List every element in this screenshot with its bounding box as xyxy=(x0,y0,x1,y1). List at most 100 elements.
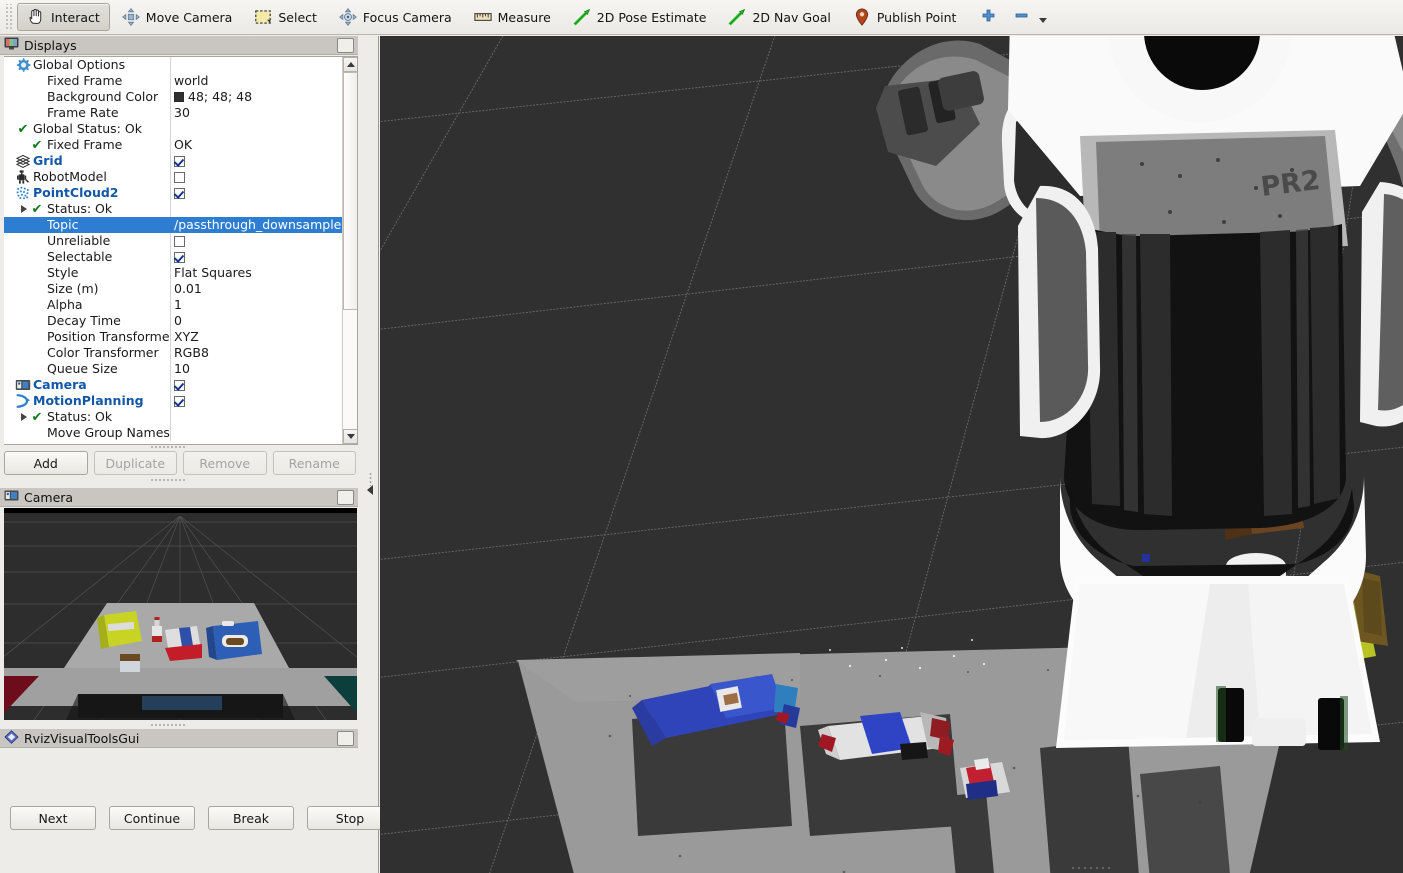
3d-render-view[interactable]: PR2 xyxy=(380,36,1403,873)
check-icon: ✔ xyxy=(31,137,43,153)
display-tree-row-value[interactable] xyxy=(170,425,343,441)
tree-expander-icon[interactable] xyxy=(18,409,29,425)
display-enable-checkbox[interactable] xyxy=(174,235,185,247)
display-tree-row-value[interactable] xyxy=(170,233,343,249)
display-tree-row[interactable]: ✔ Global Status: Ok xyxy=(4,121,343,137)
minus-icon[interactable] xyxy=(1006,8,1037,26)
dock-resize-handle[interactable] xyxy=(369,472,372,486)
display-tree-row-value[interactable] xyxy=(170,185,343,201)
display-tree-row-value[interactable] xyxy=(170,409,343,425)
toolbar-button-publish-point[interactable]: Publish Point xyxy=(843,3,967,31)
display-tree-row[interactable]: Background Color 48; 48; 48 xyxy=(4,89,343,105)
display-tree-row-value[interactable] xyxy=(170,201,343,217)
viewport-bottom-splitter[interactable] xyxy=(1070,865,1110,871)
displays-tree[interactable]: Global Options Fixed Frame world Background… xyxy=(4,56,358,445)
display-tree-row[interactable]: ✔ Status: Ok xyxy=(4,409,343,425)
displays-tree-scrollbar[interactable] xyxy=(342,57,357,444)
display-tree-row[interactable]: Style Flat Squares xyxy=(4,265,343,281)
display-tree-row[interactable]: Unreliable xyxy=(4,233,343,249)
color-swatch[interactable] xyxy=(174,92,184,102)
display-tree-row[interactable]: ✔ Status: Ok xyxy=(4,201,343,217)
display-enable-checkbox[interactable] xyxy=(174,171,185,183)
display-tree-row[interactable]: Frame Rate 30 xyxy=(4,105,343,121)
display-tree-row[interactable]: Alpha 1 xyxy=(4,297,343,313)
toolbar-button-focus-camera[interactable]: Focus Camera xyxy=(329,3,462,31)
toolbar-button-2d-nav-goal[interactable]: 2D Nav Goal xyxy=(718,3,840,31)
display-tree-row[interactable]: Size (m) 0.01 xyxy=(4,281,343,297)
toolbar-drag-handle[interactable] xyxy=(4,4,14,30)
display-tree-row[interactable]: Grid xyxy=(4,153,343,169)
display-tree-row-value[interactable]: /passthrough_downsampled xyxy=(170,217,343,233)
chevron-down-icon[interactable] xyxy=(1039,18,1048,23)
display-tree-row-value[interactable]: 30 xyxy=(170,105,343,121)
break-button[interactable]: Break xyxy=(208,806,294,830)
display-tree-row-value[interactable]: RGB8 xyxy=(170,345,343,361)
displays-bottom-splitter[interactable] xyxy=(150,478,186,483)
camera-float-button[interactable] xyxy=(337,489,354,505)
toolbar-button-interact[interactable]: Interact xyxy=(17,3,110,31)
displays-splitter[interactable] xyxy=(150,445,186,450)
display-tree-row-value[interactable]: 0 xyxy=(170,313,343,329)
toolbar-button-select[interactable]: Select xyxy=(244,3,327,31)
display-tree-row[interactable]: PointCloud2 xyxy=(4,185,343,201)
display-tree-row[interactable]: ✔ Fixed Frame OK xyxy=(4,137,343,153)
display-tree-row-value[interactable] xyxy=(170,57,343,73)
tree-expander-icon[interactable] xyxy=(18,201,29,217)
display-tree-row[interactable]: Camera xyxy=(4,377,343,393)
display-tree-row-value[interactable]: XYZ xyxy=(170,329,343,345)
display-enable-checkbox[interactable] xyxy=(174,187,185,199)
scrollbar-thumb[interactable] xyxy=(343,72,357,310)
scroll-down-button[interactable] xyxy=(343,429,357,444)
scrollbar-track[interactable] xyxy=(343,72,357,429)
display-tree-row-label: MotionPlanning xyxy=(33,393,144,408)
add-button[interactable]: Add xyxy=(4,451,88,475)
display-tree-row-value[interactable] xyxy=(170,153,343,169)
property-value-text: OK xyxy=(174,137,193,152)
display-tree-row[interactable]: Color Transformer RGB8 xyxy=(4,345,343,361)
toolbar-button-2d-pose-estimate[interactable]: 2D Pose Estimate xyxy=(563,3,717,31)
display-tree-row-value[interactable] xyxy=(170,249,343,265)
display-monitor-icon xyxy=(4,37,19,53)
display-enable-checkbox[interactable] xyxy=(174,251,185,263)
display-tree-row[interactable]: Selectable xyxy=(4,249,343,265)
display-tree-row-value[interactable] xyxy=(170,121,343,137)
display-tree-row[interactable]: RobotModel xyxy=(4,169,343,185)
rviz-visual-tools-float-button[interactable] xyxy=(337,730,354,746)
display-tree-row-value[interactable]: world xyxy=(170,73,343,89)
display-tree-row[interactable]: Move Group Names... xyxy=(4,425,343,441)
display-tree-row[interactable]: Position Transformer XYZ xyxy=(4,329,343,345)
display-tree-row-value[interactable] xyxy=(170,169,343,185)
display-tree-row-value[interactable]: Flat Squares xyxy=(170,265,343,281)
toolbar-button-measure[interactable]: Measure xyxy=(464,3,561,31)
toolbar-button-label: Measure xyxy=(497,9,551,25)
display-tree-row-value[interactable]: OK xyxy=(170,137,343,153)
display-tree-row[interactable]: Topic/passthrough_downsampled xyxy=(4,217,343,233)
display-tree-row-value[interactable] xyxy=(170,393,343,409)
display-tree-row[interactable]: Queue Size 10 xyxy=(4,361,343,377)
camera-splitter[interactable] xyxy=(150,723,186,728)
display-tree-row-value[interactable]: 48; 48; 48 xyxy=(170,89,343,105)
plus-icon[interactable] xyxy=(973,8,1004,26)
display-tree-row-value[interactable]: 10 xyxy=(170,361,343,377)
display-tree-row-value[interactable] xyxy=(170,377,343,393)
continue-button[interactable]: Continue xyxy=(109,806,195,830)
display-tree-row[interactable]: Decay Time 0 xyxy=(4,313,343,329)
display-enable-checkbox[interactable] xyxy=(174,155,185,167)
ruler-icon xyxy=(473,8,492,26)
display-tree-row[interactable]: Global Options xyxy=(4,57,343,73)
displays-float-button[interactable] xyxy=(337,37,354,53)
display-tree-row-value[interactable]: 1 xyxy=(170,297,343,313)
toolbar-button-move-camera[interactable]: Move Camera xyxy=(112,3,243,31)
tree-icon-spacer xyxy=(29,89,45,105)
display-tree-row[interactable]: MotionPlanning xyxy=(4,393,343,409)
toolbar-button-label: Select xyxy=(278,9,317,25)
display-tree-row[interactable]: Fixed Frame world xyxy=(4,73,343,89)
next-button[interactable]: Next xyxy=(10,806,96,830)
display-enable-checkbox[interactable] xyxy=(174,395,185,407)
display-enable-checkbox[interactable] xyxy=(174,379,185,391)
scroll-up-button[interactable] xyxy=(343,57,357,72)
display-tree-row-value[interactable]: 0.01 xyxy=(170,281,343,297)
camera-render-view[interactable] xyxy=(4,508,357,720)
